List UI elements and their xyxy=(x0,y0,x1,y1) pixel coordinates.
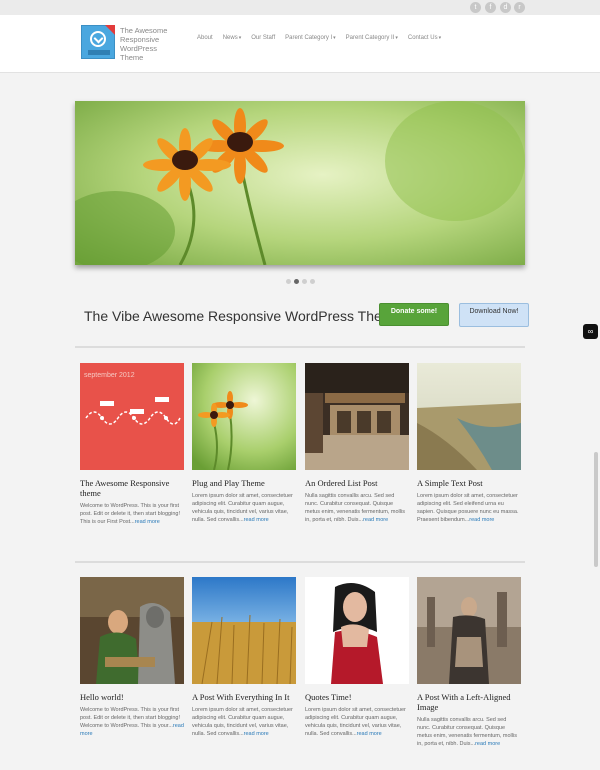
nav-item-about[interactable]: About xyxy=(197,35,213,41)
rss-icon[interactable]: r xyxy=(514,2,525,13)
post-excerpt: Welcome to WordPress. This is your first… xyxy=(80,503,180,525)
post-thumbnail[interactable] xyxy=(80,577,184,684)
post-card: Hello world! Welcome to WordPress. This … xyxy=(80,577,184,738)
slide-image-flowers xyxy=(75,101,525,265)
read-more-link[interactable]: read more xyxy=(244,731,269,737)
read-more-link[interactable]: read more xyxy=(357,731,382,737)
nav-item-contact-us[interactable]: Contact Us▾ xyxy=(408,35,441,41)
post-thumbnail[interactable] xyxy=(305,363,409,470)
slider-dot[interactable] xyxy=(310,279,315,284)
slider-dot[interactable] xyxy=(302,279,307,284)
logo-tag xyxy=(88,50,110,55)
chevron-down-icon: ▾ xyxy=(238,35,242,41)
post-thumbnail[interactable] xyxy=(417,363,521,470)
read-more-link[interactable]: read more xyxy=(135,519,160,525)
post-excerpt: Welcome to WordPress. This is your first… xyxy=(80,707,184,737)
post-card: A Post With Everything In It Lorem ipsum… xyxy=(192,577,296,738)
post-card: A Simple Text Post Lorem ipsum dolor sit… xyxy=(417,363,521,524)
post-title[interactable]: Plug and Play Theme xyxy=(192,478,296,488)
chevron-down-icon: ▾ xyxy=(438,35,442,41)
post-title[interactable]: Hello world! xyxy=(80,692,184,702)
logo-mark-icon xyxy=(90,31,106,47)
dribbble-icon[interactable]: d xyxy=(500,2,511,13)
post-card: Quotes Time! Lorem ipsum dolor sit amet,… xyxy=(305,577,409,738)
post-card: An Ordered List Post Nulla sagittis conv… xyxy=(305,363,409,524)
post-title[interactable]: An Ordered List Post xyxy=(305,478,409,488)
nav-item-parent-category-1[interactable]: Parent Category I▾ xyxy=(285,35,336,41)
post-title[interactable]: Quotes Time! xyxy=(305,692,409,702)
scrollbar-thumb[interactable] xyxy=(594,452,598,567)
post-thumbnail[interactable] xyxy=(192,363,296,470)
download-button[interactable]: Download Now! xyxy=(459,303,529,327)
site-title[interactable]: The Awesome Responsive WordPress Theme xyxy=(120,26,180,62)
facebook-icon[interactable]: f xyxy=(485,2,496,13)
nav-item-our-staff[interactable]: Our Staff xyxy=(251,35,275,41)
post-excerpt: Nulla sagittis convallis arcu. Sed sed n… xyxy=(305,493,405,523)
chevron-down-icon: ▾ xyxy=(333,35,336,41)
site-logo[interactable] xyxy=(81,25,115,59)
post-title[interactable]: A Simple Text Post xyxy=(417,478,521,488)
nav-item-parent-category-2[interactable]: Parent Category II▾ xyxy=(346,35,398,41)
post-thumbnail[interactable] xyxy=(417,577,521,684)
section-divider xyxy=(75,346,525,348)
slider-dot[interactable] xyxy=(286,279,291,284)
slider-dot-active[interactable] xyxy=(294,279,299,284)
read-more-link[interactable]: read more xyxy=(469,517,494,523)
read-more-link[interactable]: read more xyxy=(244,517,269,523)
post-card: A Post With a Left-Aligned Image Nulla s… xyxy=(417,577,521,748)
read-more-link[interactable]: read more xyxy=(475,741,500,747)
post-title[interactable]: The Awesome Responsive theme xyxy=(80,478,184,498)
slider-pagination xyxy=(286,279,318,284)
link-icon[interactable]: ∞ xyxy=(583,324,598,339)
tagline[interactable]: The Vibe Awesome Responsive WordPress Th… xyxy=(84,308,413,324)
chevron-down-icon: ▾ xyxy=(395,35,398,41)
top-bar: t f d r xyxy=(0,0,600,15)
post-title[interactable]: A Post With Everything In It xyxy=(192,692,296,702)
post-title[interactable]: A Post With a Left-Aligned Image xyxy=(417,692,521,712)
post-thumbnail[interactable] xyxy=(192,577,296,684)
post-thumbnail[interactable]: september 2012 xyxy=(80,363,184,470)
thumb-date-label: september 2012 xyxy=(84,372,135,379)
hero-slider[interactable] xyxy=(75,101,525,265)
post-thumbnail[interactable] xyxy=(305,577,409,684)
post-excerpt: Lorem ipsum dolor sit amet, consectetuer… xyxy=(305,707,406,737)
logo-ribbon xyxy=(105,25,115,35)
post-excerpt: Lorem ipsum dolor sit amet, consectetuer… xyxy=(192,707,293,737)
post-card: september 2012 The Awesome Responsive th… xyxy=(80,363,184,526)
twitter-icon[interactable]: t xyxy=(470,2,481,13)
nav-item-news[interactable]: News▾ xyxy=(223,35,242,41)
donate-button[interactable]: Donate some! xyxy=(379,303,449,326)
section-divider xyxy=(75,561,525,563)
post-excerpt: Lorem ipsum dolor sit amet, consectetuer… xyxy=(417,493,519,523)
post-excerpt: Nulla sagittis convallis arcu. Sed sed n… xyxy=(417,717,517,747)
site-header: The Awesome Responsive WordPress Theme A… xyxy=(0,15,600,73)
post-card: Plug and Play Theme Lorem ipsum dolor si… xyxy=(192,363,296,524)
read-more-link[interactable]: read more xyxy=(363,517,388,523)
main-nav: About News▾ Our Staff Parent Category I▾… xyxy=(197,35,451,41)
post-excerpt: Lorem ipsum dolor sit amet, consectetuer… xyxy=(192,493,293,523)
